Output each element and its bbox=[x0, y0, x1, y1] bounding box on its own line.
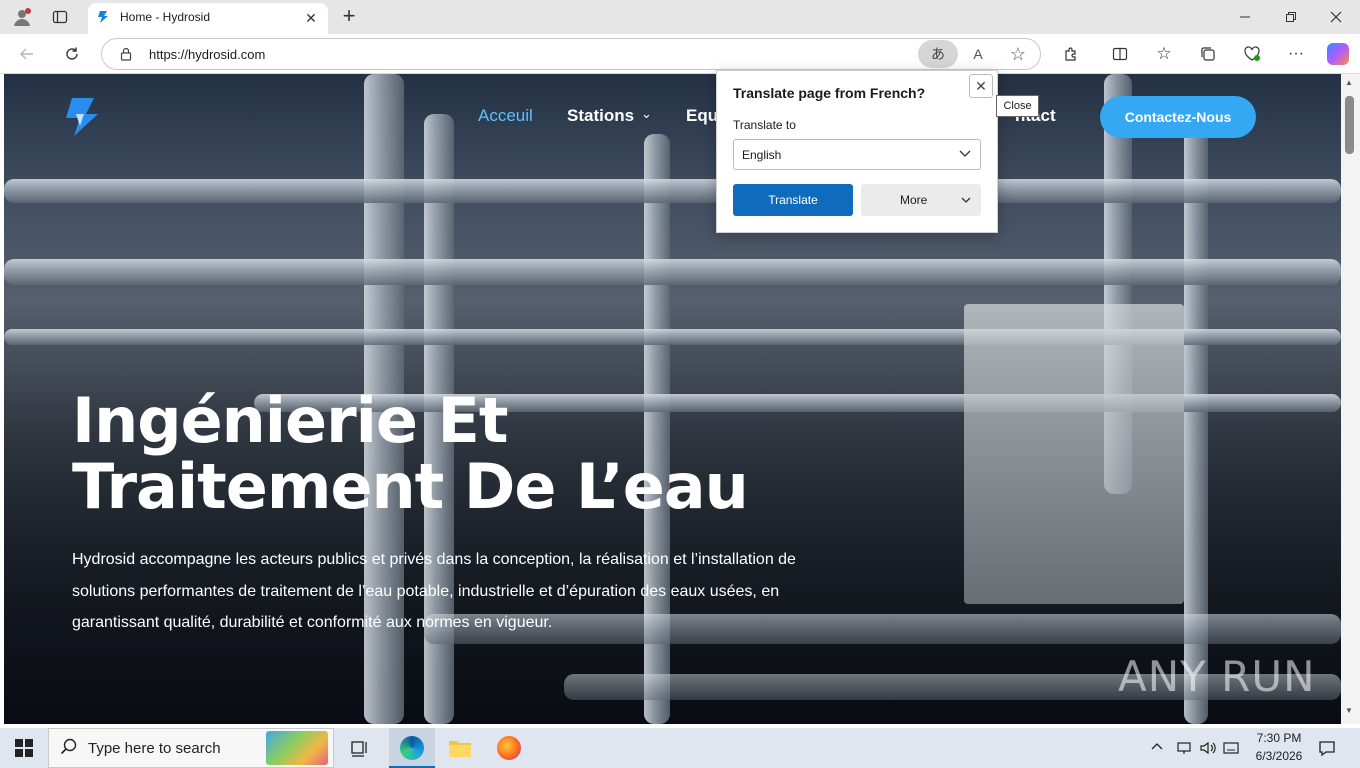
page-scrollbar[interactable]: ▲ ▼ bbox=[1341, 74, 1360, 724]
site-logo[interactable] bbox=[62, 96, 102, 138]
hero-title-line2: Traitement De L’eau bbox=[72, 450, 749, 523]
ime-icon[interactable] bbox=[1223, 740, 1241, 756]
translate-to-label: Translate to bbox=[733, 118, 796, 132]
chevron-up-icon[interactable] bbox=[1150, 740, 1166, 756]
volume-icon[interactable] bbox=[1199, 740, 1217, 756]
extensions-icon[interactable] bbox=[1061, 44, 1081, 64]
split-screen-icon[interactable] bbox=[1110, 44, 1130, 64]
chevron-down-icon bbox=[960, 193, 972, 211]
url-text[interactable]: https://hydrosid.com bbox=[149, 47, 265, 62]
firefox-icon[interactable] bbox=[497, 736, 521, 760]
chevron-down-icon: ⌄ bbox=[641, 106, 652, 121]
translate-button[interactable]: Translate bbox=[733, 184, 853, 216]
collections-icon[interactable] bbox=[1198, 44, 1218, 64]
tab-title: Home - Hydrosid bbox=[120, 10, 211, 24]
scroll-thumb[interactable] bbox=[1345, 96, 1354, 154]
search-highlight-icon[interactable] bbox=[266, 731, 328, 765]
new-tab-button[interactable]: + bbox=[338, 3, 360, 28]
notification-icon[interactable] bbox=[1318, 739, 1338, 757]
lock-icon[interactable] bbox=[118, 46, 134, 62]
close-tab-icon[interactable]: ✕ bbox=[302, 9, 320, 27]
anyrun-watermark: ANY RUN bbox=[1118, 652, 1316, 701]
favorites-icon[interactable]: ☆ bbox=[1154, 44, 1174, 64]
clock-date[interactable]: 6/3/2026 bbox=[1251, 749, 1307, 763]
taskbar-search-placeholder: Type here to search bbox=[88, 740, 221, 757]
nav-home[interactable]: Acceuil bbox=[478, 106, 533, 126]
tab-strip: Home - Hydrosid ✕ + bbox=[0, 0, 1360, 34]
read-aloud-icon[interactable]: A bbox=[968, 44, 988, 64]
hero-title: Ingénierie Et Traitement De L’eau bbox=[72, 388, 872, 520]
scroll-up-icon[interactable]: ▲ bbox=[1345, 78, 1353, 87]
task-view-icon[interactable] bbox=[350, 738, 370, 758]
favorite-star-icon[interactable]: ☆ bbox=[1008, 44, 1028, 64]
translate-icon[interactable]: あ bbox=[918, 40, 958, 68]
nav-stations[interactable]: Stations bbox=[567, 106, 634, 126]
close-tooltip: Close bbox=[996, 95, 1039, 117]
browser-essentials-icon[interactable] bbox=[1242, 44, 1262, 64]
tab-favicon-icon bbox=[96, 10, 110, 24]
hero-title-line1: Ingénierie Et bbox=[72, 384, 509, 457]
popup-close-icon[interactable]: ✕ bbox=[969, 74, 993, 98]
network-icon[interactable] bbox=[1176, 740, 1192, 756]
scroll-down-icon[interactable]: ▼ bbox=[1345, 706, 1353, 715]
popup-title: Translate page from French? bbox=[733, 85, 926, 101]
chevron-down-icon bbox=[958, 146, 972, 165]
minimize-icon[interactable] bbox=[1235, 8, 1255, 26]
profile-icon[interactable] bbox=[10, 6, 34, 28]
more-button[interactable]: More bbox=[861, 184, 981, 216]
copilot-icon[interactable] bbox=[1327, 43, 1349, 65]
close-window-icon[interactable] bbox=[1326, 8, 1346, 26]
more-menu-icon[interactable]: ··· bbox=[1286, 44, 1306, 64]
search-icon bbox=[60, 738, 80, 758]
tab-actions-icon[interactable] bbox=[50, 7, 70, 27]
edge-taskbar-icon[interactable] bbox=[389, 728, 435, 768]
clock-time[interactable]: 7:30 PM bbox=[1251, 731, 1307, 745]
language-select[interactable]: English bbox=[733, 139, 981, 170]
translate-popup: Translate page from French? ✕ Translate … bbox=[716, 70, 998, 233]
nav-equipment[interactable]: Equ bbox=[686, 106, 718, 126]
hero-description: Hydrosid accompagne les acteurs publics … bbox=[72, 551, 796, 631]
restore-icon[interactable] bbox=[1281, 8, 1301, 26]
back-icon[interactable] bbox=[16, 44, 38, 64]
more-button-label: More bbox=[900, 193, 928, 207]
refresh-icon[interactable] bbox=[61, 44, 83, 64]
file-explorer-icon[interactable] bbox=[448, 738, 472, 758]
windows-start-icon[interactable] bbox=[15, 739, 33, 757]
language-select-value: English bbox=[742, 148, 782, 162]
contact-us-button[interactable]: Contactez-Nous bbox=[1100, 96, 1256, 138]
